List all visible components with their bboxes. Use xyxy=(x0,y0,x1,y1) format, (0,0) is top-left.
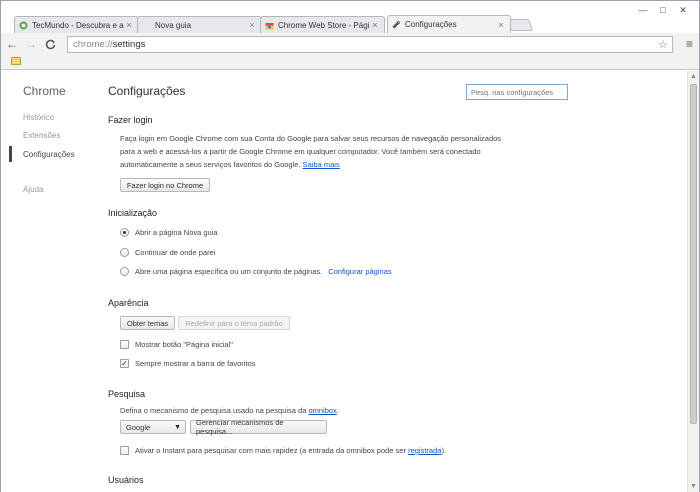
omnibox-link[interactable]: omnibox xyxy=(308,406,336,415)
search-description: Defina o mecanismo de pesquisa usado na … xyxy=(120,404,560,417)
wrench-icon xyxy=(392,20,401,29)
tab-tecmundo[interactable]: TecMundo - Descubra e a × xyxy=(14,16,139,33)
show-home-button-option[interactable]: Mostrar botão "Página inicial" xyxy=(120,340,233,349)
checkbox-label: Sempre mostrar a barra de favoritos xyxy=(135,359,256,368)
url-scheme: chrome:// xyxy=(73,39,113,50)
search-text: Defina o mecanismo de pesquisa usado na … xyxy=(120,406,307,415)
toolbar: ← → chrome://settings ☆ ≡ xyxy=(1,33,699,55)
sidebar-item-configuracoes[interactable]: Configurações xyxy=(23,150,75,159)
blank-page-icon xyxy=(142,21,151,30)
saiba-mais-link[interactable]: Saiba mais xyxy=(303,160,340,169)
section-users-heading: Usuários xyxy=(108,475,144,485)
forward-icon[interactable]: → xyxy=(23,36,39,52)
close-window-icon[interactable]: ✕ xyxy=(673,3,693,17)
close-tab-icon[interactable]: × xyxy=(496,20,506,30)
tab-title: TecMundo - Descubra e a xyxy=(32,20,124,30)
tab-title: Nova guia xyxy=(155,20,192,30)
omnibox-url: chrome://settings xyxy=(73,39,145,50)
tecmundo-favicon-icon xyxy=(19,21,28,30)
checkbox[interactable] xyxy=(120,340,129,349)
login-text-line: automaticamente a seus serviços favorito… xyxy=(120,158,530,171)
instant-option[interactable]: Ativar o Instant para pesquisar com mais… xyxy=(120,446,446,455)
omnibox[interactable]: chrome://settings ☆ xyxy=(67,36,673,53)
sidebar-item-historico[interactable]: Histórico xyxy=(23,113,54,122)
settings-page: Chrome Histórico Extensões Configurações… xyxy=(1,71,699,492)
configure-pages-link[interactable]: Configurar páginas xyxy=(328,267,391,276)
section-search-heading: Pesquisa xyxy=(108,389,146,399)
get-themes-button[interactable]: Obter temas xyxy=(120,316,175,330)
minimize-icon[interactable]: — xyxy=(633,3,653,17)
reset-theme-button[interactable]: Redefinir para o tema padrão xyxy=(178,316,290,330)
close-tab-icon[interactable]: × xyxy=(247,20,257,30)
login-text-line: Faça login em Google Chrome com sua Cont… xyxy=(120,134,502,143)
tab-title: Chrome Web Store - Págin xyxy=(278,20,370,30)
checkbox[interactable]: ✓ xyxy=(120,359,129,368)
close-tab-icon[interactable]: × xyxy=(370,20,380,30)
radio-button[interactable] xyxy=(120,248,129,257)
startup-option-new-tab[interactable]: Abrir a página Nova guia xyxy=(120,228,218,237)
radio-label: Abre uma página específica ou um conjunt… xyxy=(135,267,323,276)
search-text-end: . xyxy=(336,406,339,415)
sidebar-brand: Chrome xyxy=(23,84,66,98)
checkbox[interactable] xyxy=(120,446,129,455)
scroll-thumb[interactable] xyxy=(690,84,697,424)
page-title: Configurações xyxy=(108,84,186,98)
scroll-down-arrow-icon[interactable]: ▼ xyxy=(690,483,697,490)
radio-button[interactable] xyxy=(120,267,129,276)
login-text: automaticamente a seus serviços favorito… xyxy=(120,160,301,169)
tab-strip: TecMundo - Descubra e a × Nova guia × Ch… xyxy=(1,1,699,33)
sidebar-item-extensoes[interactable]: Extensões xyxy=(23,131,60,140)
radio-label: Abrir a página Nova guia xyxy=(135,228,218,237)
back-icon[interactable]: ← xyxy=(4,36,20,52)
url-path: settings xyxy=(112,39,146,50)
search-engine-select[interactable]: Google ▼ xyxy=(120,420,186,434)
login-description: Faça login em Google Chrome com sua Cont… xyxy=(120,132,530,171)
scrollbar[interactable]: ▲ ▼ xyxy=(687,71,699,492)
browser-window: TecMundo - Descubra e a × Nova guia × Ch… xyxy=(0,0,700,492)
registrada-link[interactable]: registrada xyxy=(408,446,441,455)
webstore-favicon-icon xyxy=(265,21,274,30)
settings-main: Configurações Fazer login Faça login em … xyxy=(108,71,683,492)
section-appearance-heading: Aparência xyxy=(108,298,149,308)
bookmarks-bar xyxy=(1,55,699,70)
maximize-icon[interactable]: □ xyxy=(653,3,673,17)
settings-search-input[interactable] xyxy=(466,84,568,100)
radio-button[interactable] xyxy=(120,228,129,237)
manage-search-engines-button[interactable]: Gerenciar mecanismos de pesquisa... xyxy=(190,418,327,436)
dropdown-arrow-icon: ▼ xyxy=(174,424,181,431)
startup-option-continue[interactable]: Continuar de onde parei xyxy=(120,248,215,257)
bookmark-star-icon[interactable]: ☆ xyxy=(658,38,668,51)
checkbox-label: Ativar o Instant para pesquisar com mais… xyxy=(135,446,406,455)
search-engine-value: Google xyxy=(126,422,151,432)
sidebar-selection-indicator xyxy=(9,146,12,162)
sign-in-button[interactable]: Fazer login no Chrome xyxy=(120,178,210,192)
section-login-heading: Fazer login xyxy=(108,115,153,125)
sidebar-item-ajuda[interactable]: Ajuda xyxy=(23,185,43,194)
radio-label: Continuar de onde parei xyxy=(135,248,216,257)
reload-icon[interactable] xyxy=(42,36,58,52)
checkbox-label: Mostrar botão "Página inicial" xyxy=(135,340,233,349)
folder-icon[interactable] xyxy=(11,57,21,65)
section-startup-heading: Inicialização xyxy=(108,208,158,218)
startup-option-specific-pages[interactable]: Abre uma página específica ou um conjunt… xyxy=(120,267,392,276)
close-tab-icon[interactable]: × xyxy=(124,20,134,30)
login-text-line: para a web e acessá-los a partir de Goog… xyxy=(120,147,481,156)
sidebar: Chrome Histórico Extensões Configurações… xyxy=(1,71,96,492)
menu-icon[interactable]: ≡ xyxy=(686,37,693,51)
tab-nova-guia[interactable]: Nova guia × xyxy=(137,16,262,33)
scroll-up-arrow-icon[interactable]: ▲ xyxy=(690,73,697,80)
tab-configuracoes[interactable]: Configurações × xyxy=(387,15,511,33)
tab-title: Configurações xyxy=(405,20,457,29)
window-controls: — □ ✕ xyxy=(633,3,693,17)
tab-webstore[interactable]: Chrome Web Store - Págin × xyxy=(260,16,385,33)
checkbox-label-end: ). xyxy=(441,446,447,455)
show-bookmarks-bar-option[interactable]: ✓ Sempre mostrar a barra de favoritos xyxy=(120,359,255,368)
